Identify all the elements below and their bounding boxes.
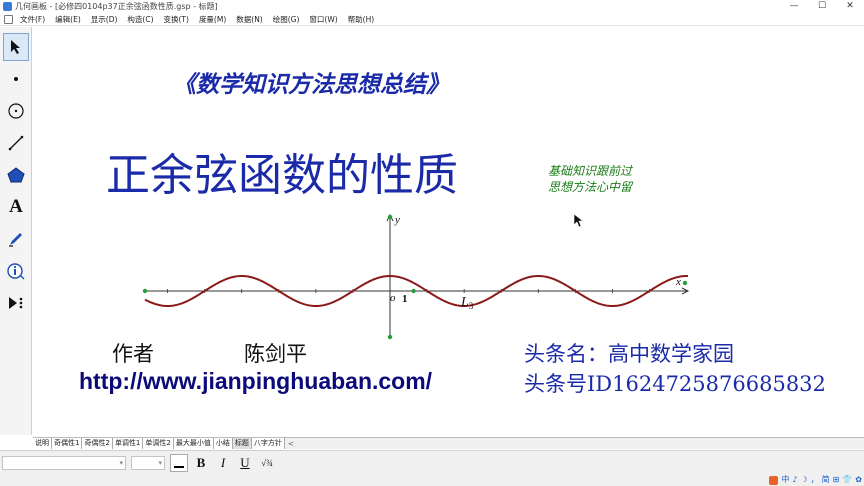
tab-prev-button[interactable]: < [285,440,297,448]
tab-monotonicity-1[interactable]: 单调性1 [112,438,144,449]
ime-skin-icon[interactable]: 👕 [842,474,852,486]
menu-file[interactable]: 文件(F) [15,14,50,25]
menu-window[interactable]: 窗口(W) [304,14,342,25]
marker-tool[interactable] [3,225,29,253]
ime-simplified[interactable]: 简 [822,474,830,486]
menu-data[interactable]: 数据(N) [231,14,267,25]
page-tabs: 说明 奇偶性1 奇偶性2 单调性1 单调性2 最大最小值 小结 标题 八字方针 … [33,437,864,449]
color-swatch [174,465,184,468]
tab-parity-1[interactable]: 奇偶性1 [52,438,83,449]
x-axis-label: x [675,276,681,288]
chevron-down-icon: ▾ [119,458,123,467]
tab-title[interactable]: 标题 [232,438,252,449]
author-label: 作者 [112,342,154,366]
tab-eight-char-guideline[interactable]: 八字方针 [251,438,285,449]
curve-label: L3 [460,295,474,311]
menu-help[interactable]: 帮助(H) [343,14,380,25]
origin-label: o [390,292,396,304]
sketch-canvas[interactable]: 《数学知识方法思想总结》 正余弦函数的性质 基础知识跟前过 思想方法心中留 y … [33,27,864,435]
graph-point [142,288,148,294]
information-tool[interactable] [3,257,29,285]
status-bar: 中 ♪ ☽ ， 简 ⊞ 👕 ✿ [0,474,864,486]
ime-toolbar: 中 ♪ ☽ ， 简 ⊞ 👕 ✿ [769,474,862,486]
font-family-select[interactable]: ▾ [2,455,126,470]
graph-point [387,334,393,340]
graph-point [682,280,688,286]
minimize-button[interactable]: — [780,0,808,13]
polygon-tool[interactable] [3,161,29,189]
maximize-button[interactable]: ☐ [808,0,836,13]
menu-construct[interactable]: 构造(C) [122,14,158,25]
straightedge-tool-icon [8,135,24,151]
text-tool[interactable]: A [3,193,29,221]
author-name: 陈剑平 [244,342,307,366]
note-line-1: 基础知识跟前过 [548,164,633,178]
ime-voice-icon[interactable]: ♪ [792,474,797,486]
menu-transform[interactable]: 变换(T) [159,14,194,25]
y-axis-label: y [394,214,400,226]
menu-bar: 文件(F) 编辑(E) 显示(D) 构造(C) 变换(T) 度量(M) 数据(N… [0,13,864,26]
tool-palette: A [0,27,32,435]
compass-tool[interactable] [3,97,29,125]
document-icon[interactable] [4,14,13,24]
bold-button[interactable]: B [192,454,210,472]
toutiao-id: 头条号ID1624725876685832 [524,372,826,396]
tab-summary[interactable]: 小结 [213,438,233,449]
menu-measure[interactable]: 度量(M) [194,14,231,25]
close-button[interactable]: ✕ [836,0,864,13]
information-tool-icon [7,263,25,280]
tick-label-one: 1 [402,293,408,305]
underline-button[interactable]: U [236,454,254,472]
website-url: http://www.jianpinghuaban.com/ [79,368,433,394]
ime-logo-icon[interactable] [769,475,779,485]
tab-max-min[interactable]: 最大最小值 [173,438,214,449]
straightedge-tool[interactable] [3,129,29,157]
chevron-down-icon: ▾ [158,458,162,467]
ime-moon-icon[interactable]: ☽ [800,474,807,486]
menu-display[interactable]: 显示(D) [86,14,123,25]
tab-explanation[interactable]: 说明 [33,438,52,449]
ime-punctuation[interactable]: ， [811,474,819,486]
font-size-select[interactable]: ▾ [131,455,165,470]
polygon-tool-icon [7,167,25,183]
custom-tool[interactable] [3,289,29,317]
text-format-bar: ▾ ▾ B I U √¾ [0,450,864,474]
custom-tool-icon [9,297,23,309]
menu-graph[interactable]: 绘图(G) [268,14,305,25]
graph-point [387,214,393,220]
arrow-select-tool[interactable] [3,33,29,61]
toutiao-name: 头条名：高中数学家园 [524,342,734,366]
app-icon [3,2,12,11]
arrow-select-tool-icon [11,40,20,54]
slide-title: 正余弦函数的性质 [106,150,458,201]
slide-header: 《数学知识方法思想总结》 [173,71,449,98]
point-tool-icon [14,77,18,81]
note-line-2: 思想方法心中留 [548,180,633,194]
text-color-button[interactable] [170,453,188,472]
marker-tool-icon [9,233,22,247]
menu-edit[interactable]: 编辑(E) [50,14,86,25]
ime-mode-chinese[interactable]: 中 [781,474,789,486]
window-title: 几何画板 - [必修四0104p37正余弦函数性质.gsp - 标题] [15,2,218,11]
ime-settings-icon[interactable]: ✿ [855,474,862,486]
compass-tool-icon [8,103,24,119]
italic-button[interactable]: I [214,454,232,472]
sine-graph[interactable]: y x o 1 L3 [33,212,864,342]
ime-keyboard-icon[interactable]: ⊞ [833,474,840,486]
title-bar: 几何画板 - [必修四0104p37正余弦函数性质.gsp - 标题] — ☐ … [0,0,864,13]
tab-parity-2[interactable]: 奇偶性2 [82,438,113,449]
tab-monotonicity-2[interactable]: 单调性2 [143,438,174,449]
text-tool-icon: A [9,196,23,217]
math-symbol-button[interactable]: √¾ [258,454,276,472]
point-tool[interactable] [3,65,29,93]
graph-point [411,288,416,294]
